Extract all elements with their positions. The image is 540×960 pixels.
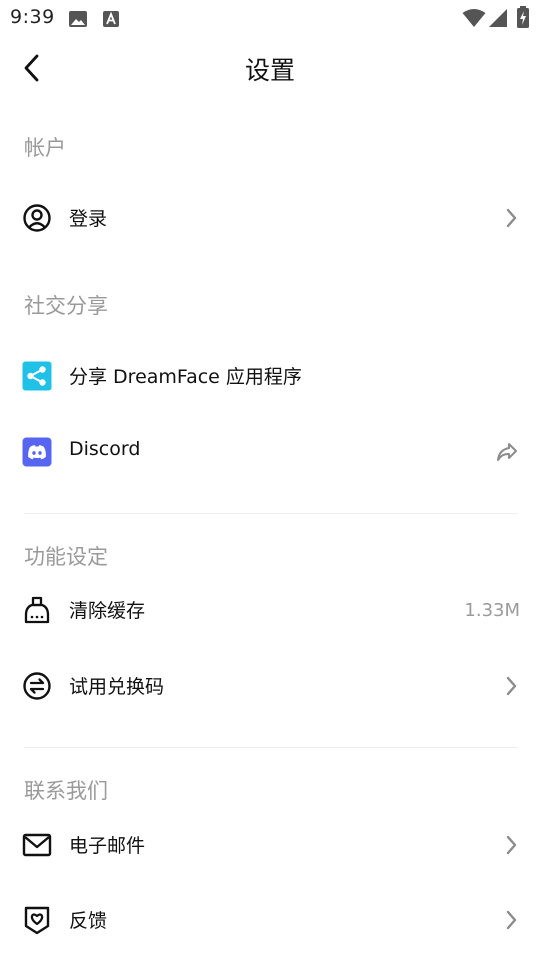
discord-icon xyxy=(22,437,52,467)
discord-row[interactable]: Discord xyxy=(0,424,540,480)
wifi-icon xyxy=(462,9,486,27)
section-label-social: 社交分享 xyxy=(24,294,108,318)
broom-icon xyxy=(24,596,50,624)
share-icon xyxy=(22,361,52,391)
discord-label: Discord xyxy=(69,438,141,460)
section-divider xyxy=(24,747,517,748)
chevron-right-icon xyxy=(506,208,517,228)
chevron-right-icon xyxy=(506,835,517,855)
status-time: 9:39 xyxy=(10,6,55,28)
section-label-features: 功能设定 xyxy=(24,545,108,569)
feedback-label: 反馈 xyxy=(69,910,108,932)
email-label: 电子邮件 xyxy=(69,835,146,857)
status-bar: 9:39 xyxy=(0,0,540,36)
signal-icon xyxy=(489,9,507,27)
clear-cache-row[interactable]: 清除缓存 1.33M xyxy=(0,582,540,638)
mail-icon xyxy=(22,833,52,857)
exchange-circle-icon xyxy=(23,672,51,700)
cache-size-value: 1.33M xyxy=(464,599,520,621)
user-circle-icon xyxy=(23,204,51,232)
redeem-code-label: 试用兑换码 xyxy=(69,676,165,698)
battery-charging-icon xyxy=(517,6,529,28)
chevron-right-icon xyxy=(506,910,517,930)
section-divider xyxy=(24,513,517,514)
share-app-row[interactable]: 分享 DreamFace 应用程序 xyxy=(0,348,540,404)
section-label-account: 帐户 xyxy=(24,136,66,160)
forward-arrow-icon xyxy=(497,443,517,461)
clear-cache-label: 清除缓存 xyxy=(69,600,146,622)
login-label: 登录 xyxy=(69,208,108,230)
page-title: 设置 xyxy=(244,56,295,85)
top-app-bar: 设置 xyxy=(0,36,540,100)
share-app-label: 分享 DreamFace 应用程序 xyxy=(69,366,302,388)
image-icon xyxy=(69,11,87,27)
section-label-contact: 联系我们 xyxy=(24,779,108,803)
login-row[interactable]: 登录 xyxy=(0,190,540,246)
feedback-row[interactable]: 反馈 xyxy=(0,892,540,948)
email-row[interactable]: 电子邮件 xyxy=(0,817,540,873)
redeem-code-row[interactable]: 试用兑换码 xyxy=(0,658,540,714)
feedback-heart-icon xyxy=(24,906,50,935)
chevron-right-icon xyxy=(506,676,517,696)
a-notification-icon xyxy=(103,11,119,27)
